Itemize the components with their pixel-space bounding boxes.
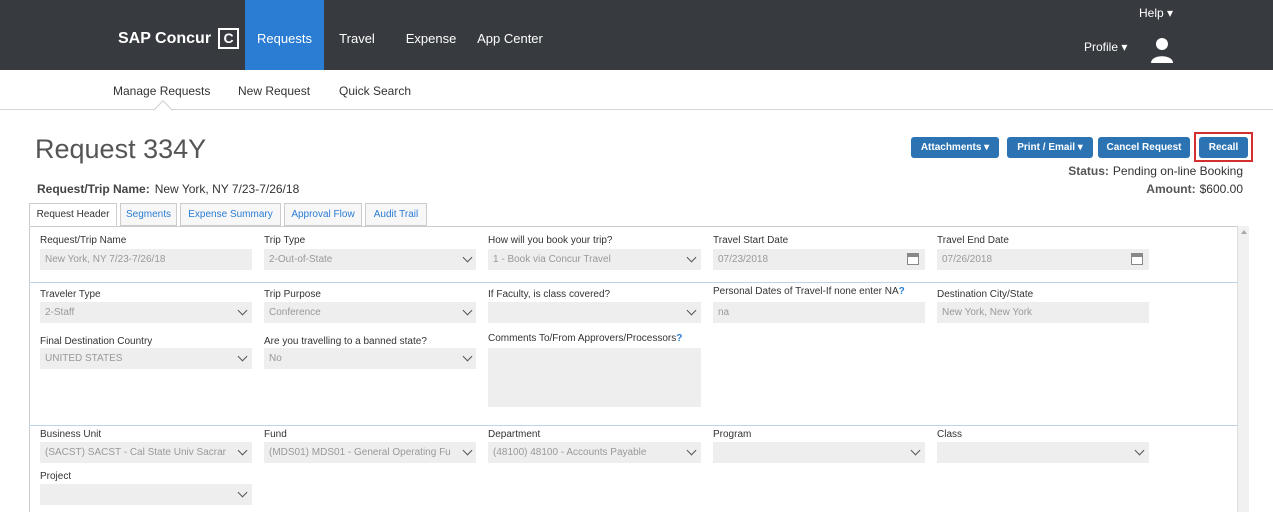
project-label: Project [40, 471, 72, 482]
booking-select[interactable]: 1 - Book via Concur Travel [488, 249, 701, 270]
tab-request-header[interactable]: Request Header [29, 203, 117, 226]
class-select[interactable] [937, 442, 1149, 463]
personal-dates-label: Personal Dates of Travel-If none enter N… [713, 286, 905, 297]
program-select[interactable] [713, 442, 925, 463]
status-label: Status: [1068, 164, 1109, 178]
booking-value: 1 - Book via Concur Travel [493, 254, 611, 265]
tab-approval-flow[interactable]: Approval Flow [284, 203, 362, 226]
calendar-icon[interactable] [1131, 253, 1143, 265]
scroll-up-icon[interactable] [1241, 230, 1247, 234]
page-title: Request 334Y [35, 134, 207, 164]
amount-line: Amount: $600.00 [1146, 182, 1243, 196]
recall-highlight-box [1194, 132, 1253, 162]
country-value: UNITED STATES [45, 353, 123, 364]
profile-menu[interactable]: Profile ▾ [1084, 40, 1127, 54]
destination-value: New York, New York [942, 307, 1033, 318]
business-unit-label: Business Unit [40, 429, 102, 440]
help-icon[interactable]: ? [899, 286, 905, 297]
tab-expense-summary[interactable]: Expense Summary [180, 203, 281, 226]
trip-purpose-label: Trip Purpose [264, 289, 321, 300]
concur-c-icon: C [218, 28, 240, 49]
program-label: Program [713, 429, 752, 440]
department-value: (48100) 48100 - Accounts Payable [493, 447, 647, 458]
end-date-value: 07/26/2018 [942, 254, 993, 265]
start-date-label: Travel Start Date [713, 235, 789, 246]
calendar-icon[interactable] [907, 253, 919, 265]
traveler-type-value: 2-Staff [45, 307, 75, 318]
trip-purpose-value: Conference [269, 307, 321, 318]
country-label: Final Destination Country [40, 336, 153, 347]
panel-scrollbar[interactable] [1237, 226, 1249, 512]
trip-name-field-label: Request/Trip Name [40, 235, 127, 246]
trip-purpose-select[interactable]: Conference [264, 302, 476, 323]
traveler-type-select[interactable]: 2-Staff [40, 302, 252, 323]
trip-type-value: 2-Out-of-State [269, 254, 333, 265]
top-navigation-bar: SAP Concur C Requests Travel Expense App… [0, 0, 1273, 70]
help-icon[interactable]: ? [676, 333, 682, 344]
fund-value: (MDS01) MDS01 - General Operating Fu [269, 447, 451, 458]
tab-audit-trail[interactable]: Audit Trail [365, 203, 427, 226]
department-select[interactable]: (48100) 48100 - Accounts Payable [488, 442, 701, 463]
destination-input[interactable]: New York, New York [937, 302, 1149, 323]
trip-name-line: Request/Trip Name: New York, NY 7/23-7/26… [37, 182, 299, 196]
section-divider [29, 282, 1238, 283]
faculty-label: If Faculty, is class covered? [488, 289, 611, 300]
start-date-input[interactable]: 07/23/2018 [713, 249, 925, 270]
nav-requests[interactable]: Requests [245, 0, 324, 70]
class-label: Class [937, 429, 963, 440]
comments-textarea[interactable] [488, 348, 701, 407]
status-value: Pending on-line Booking [1112, 164, 1243, 178]
traveler-type-label: Traveler Type [40, 289, 101, 300]
comments-label: Comments To/From Approvers/Processors? [488, 333, 682, 344]
country-select[interactable]: UNITED STATES [40, 348, 252, 369]
amount-label: Amount: [1146, 182, 1196, 196]
personal-dates-label-text: Personal Dates of Travel-If none enter N… [713, 286, 899, 297]
section-divider [29, 425, 1238, 426]
fund-label: Fund [264, 429, 287, 440]
end-date-input[interactable]: 07/26/2018 [937, 249, 1149, 270]
business-unit-select[interactable]: (SACST) SACST - Cal State Univ Sacrar [40, 442, 252, 463]
business-unit-value: (SACST) SACST - Cal State Univ Sacrar [45, 447, 226, 458]
trip-type-label: Trip Type [264, 235, 306, 246]
subnav-manage-requests[interactable]: Manage Requests [113, 84, 210, 98]
logo-text: SAP Concur [118, 29, 212, 47]
start-date-value: 07/23/2018 [718, 254, 769, 265]
project-select[interactable] [40, 484, 252, 505]
faculty-select[interactable] [488, 302, 701, 323]
help-menu[interactable]: Help ▾ [1139, 6, 1173, 20]
trip-name-value: New York, NY 7/23-7/26/18 [154, 182, 300, 196]
banned-state-value: No [269, 353, 282, 364]
banned-state-select[interactable]: No [264, 348, 476, 369]
trip-name-label: Request/Trip Name: [37, 182, 150, 196]
subnav-new-request[interactable]: New Request [238, 84, 310, 98]
booking-label: How will you book your trip? [488, 235, 613, 246]
department-label: Department [488, 429, 541, 440]
nav-travel[interactable]: Travel [331, 0, 383, 70]
trip-name-input[interactable]: New York, NY 7/23-7/26/18 [40, 249, 252, 270]
end-date-label: Travel End Date [937, 235, 1009, 246]
personal-dates-input[interactable]: na [713, 302, 925, 323]
attachments-button[interactable]: Attachments ▾ [911, 137, 999, 158]
sap-concur-logo[interactable]: SAP Concur C [118, 28, 240, 49]
cancel-request-button[interactable]: Cancel Request [1098, 137, 1190, 158]
nav-app-center[interactable]: App Center [470, 0, 550, 70]
subnav-quick-search[interactable]: Quick Search [339, 84, 411, 98]
nav-expense[interactable]: Expense [398, 0, 464, 70]
personal-dates-value: na [718, 307, 730, 318]
print-email-button[interactable]: Print / Email ▾ [1007, 137, 1093, 158]
trip-type-select[interactable]: 2-Out-of-State [264, 249, 476, 270]
comments-label-text: Comments To/From Approvers/Processors [488, 333, 677, 344]
banned-state-label: Are you travelling to a banned state? [264, 336, 427, 347]
amount-value: $600.00 [1199, 182, 1243, 196]
status-line: Status: Pending on-line Booking [1068, 164, 1243, 178]
fund-select[interactable]: (MDS01) MDS01 - General Operating Fu [264, 442, 476, 463]
sub-navigation: Manage Requests New Request Quick Search [0, 70, 1273, 110]
user-avatar-icon[interactable] [1150, 36, 1174, 64]
destination-label: Destination City/State [937, 289, 1034, 300]
tab-segments[interactable]: Segments [120, 203, 177, 226]
